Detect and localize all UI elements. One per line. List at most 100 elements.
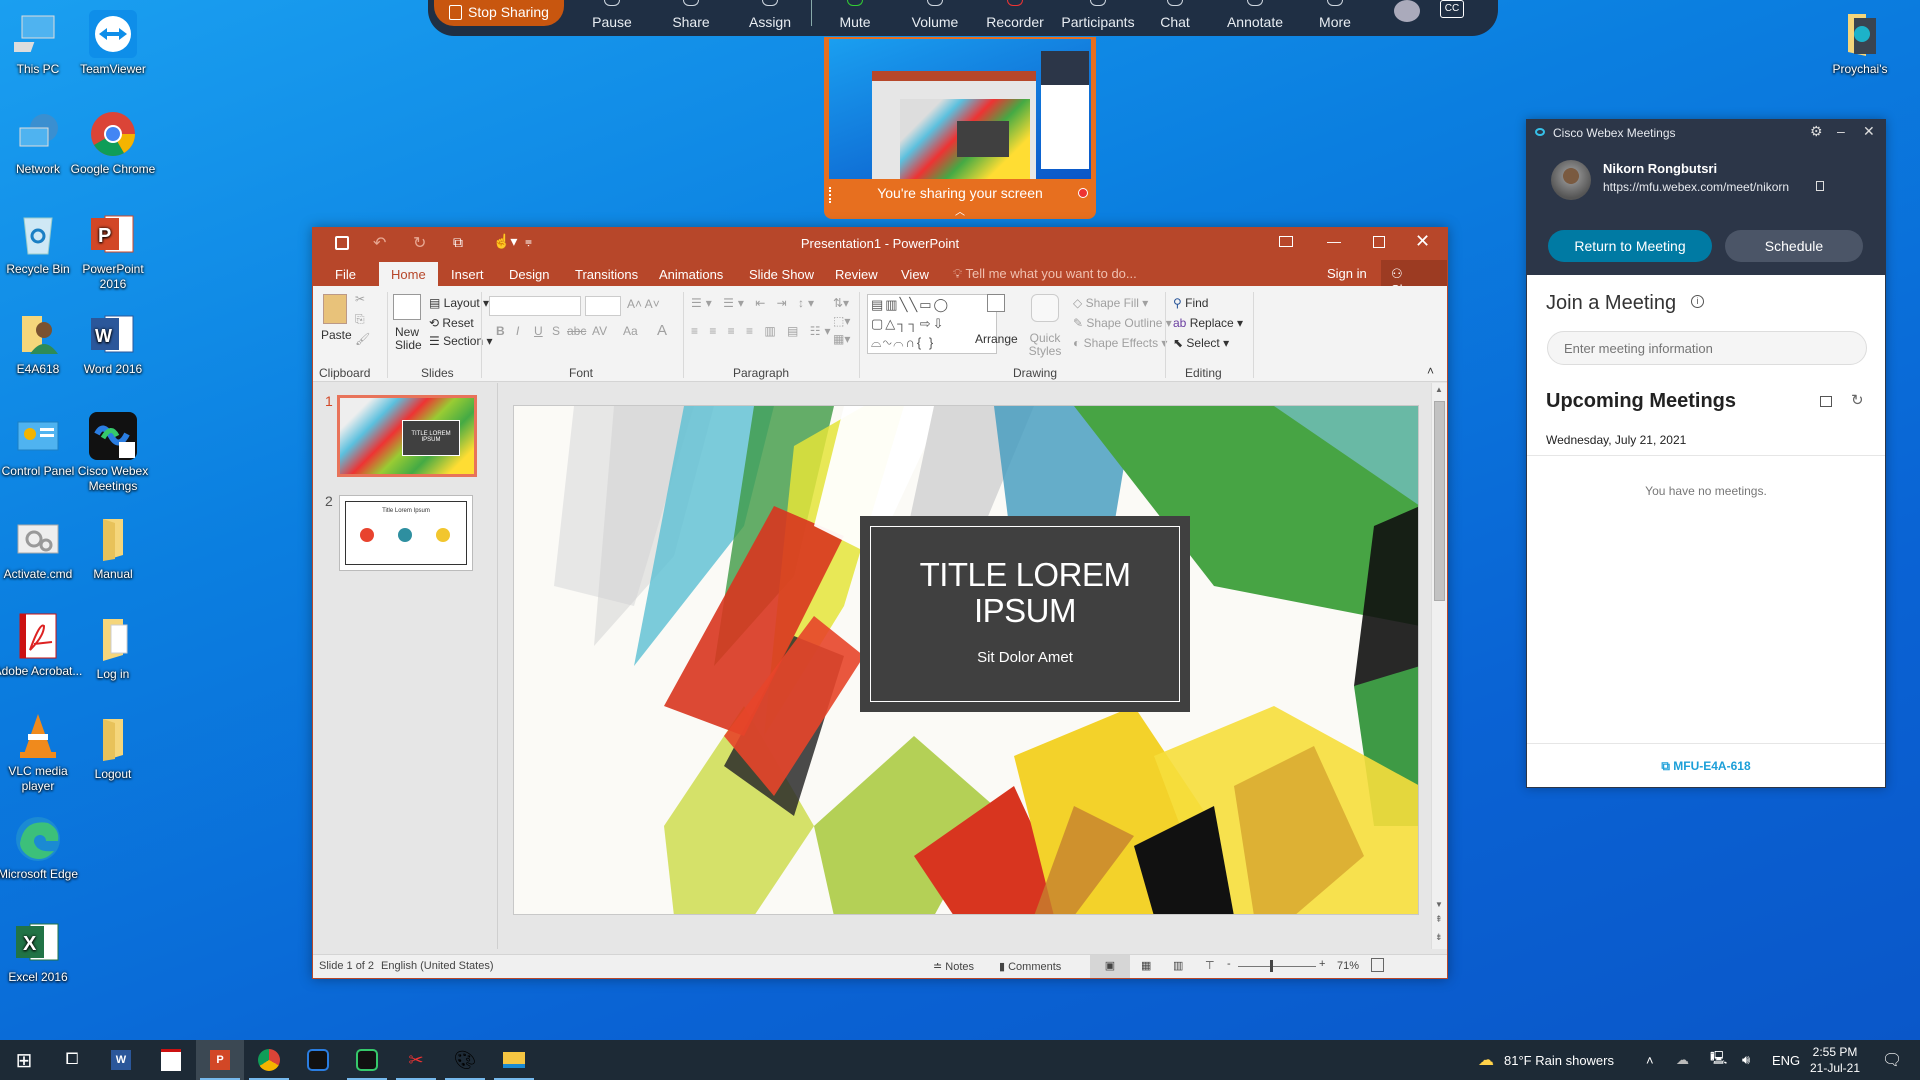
paste-button[interactable]: Paste — [321, 328, 352, 342]
new-slide-icon[interactable] — [393, 294, 421, 320]
section-button[interactable]: ☰ Section ▾ — [429, 334, 492, 348]
desktop-icon-proychai[interactable]: Proychai's — [1815, 10, 1905, 77]
title-box[interactable]: TITLE LOREM IPSUM Sit Dolor Amet — [860, 516, 1190, 712]
comments-button[interactable]: ▮ Comments — [999, 960, 1061, 973]
slide-canvas[interactable]: TITLE LOREM IPSUM Sit Dolor Amet — [513, 405, 1419, 915]
refresh-icon[interactable]: ↻ — [1851, 391, 1864, 409]
copy-icon[interactable]: ⎘ — [355, 312, 365, 327]
pause-button[interactable]: Pause — [577, 0, 647, 36]
shape-fill-button[interactable]: ◇ Shape Fill ▾ — [1073, 296, 1148, 310]
shape-effects-button[interactable]: ◐ Shape Effects ▾ — [1073, 336, 1167, 350]
next-slide-icon[interactable]: ⇟ — [1435, 932, 1443, 943]
calendar-icon[interactable] — [1820, 396, 1832, 407]
tab-animations[interactable]: Animations — [659, 264, 723, 285]
maximize-icon[interactable] — [1373, 236, 1385, 248]
reset-button[interactable]: ⟲ Reset — [429, 316, 474, 330]
stop-sharing-button[interactable]: Stop Sharing — [434, 0, 564, 26]
format-painter-icon[interactable]: 🖌︎ — [355, 332, 370, 346]
slideshow-button[interactable]: ⊤ — [1205, 959, 1215, 972]
return-to-meeting-button[interactable]: Return to Meeting — [1548, 230, 1712, 262]
chevron-up-icon[interactable]: ︿ — [955, 203, 965, 218]
font-size-dropdown[interactable] — [585, 296, 621, 316]
vertical-scrollbar[interactable]: ▲ ▼ ⇞ ⇟ — [1431, 383, 1447, 949]
ribbon-display-options-icon[interactable] — [1279, 236, 1293, 247]
desktop-icon-logout[interactable]: Logout — [68, 715, 158, 782]
scroll-up-icon[interactable]: ▲ — [1435, 385, 1443, 394]
share-button[interactable]: ⚇ Share — [1381, 260, 1447, 297]
shadow-button[interactable]: S — [552, 324, 560, 338]
paste-icon[interactable] — [323, 294, 347, 324]
desktop-icon-chrome[interactable]: Google Chrome — [68, 110, 158, 177]
zoom-slider-thumb[interactable] — [1270, 960, 1273, 972]
desktop-icon-webex[interactable]: Cisco Webex Meetings — [68, 412, 158, 494]
replace-button[interactable]: ab Replace ▾ — [1173, 316, 1243, 330]
show-hidden-icons-button[interactable]: ˄ — [1646, 1040, 1654, 1080]
find-button[interactable]: ⚲ Find — [1173, 296, 1208, 310]
zoom-level[interactable]: 71% — [1337, 960, 1359, 972]
sign-in-link[interactable]: Sign in — [1327, 266, 1367, 281]
slide-thumbnail-2[interactable]: Title Lorem Ipsum — [339, 495, 473, 571]
zoom-in-button[interactable]: + — [1319, 958, 1325, 970]
minimize-icon[interactable]: — — [1327, 233, 1341, 249]
text-direction-buttons[interactable]: ⇅▾ ⬚▾ ▦▾ — [833, 294, 850, 348]
connected-device-link[interactable]: ⧉ MFU-E4A-618 — [1527, 759, 1885, 774]
taskbar-webex[interactable] — [294, 1040, 342, 1080]
recorder-button[interactable]: Recorder — [980, 0, 1050, 36]
list-buttons[interactable]: ☰▾ ☰▾ ⇤ ⇥ ↕▾ — [691, 296, 818, 310]
bold-button[interactable]: B — [496, 324, 505, 338]
personal-room-url[interactable]: https://mfu.webex.com/meet/nikorn — [1603, 180, 1789, 194]
tell-me-search[interactable]: 💡︎ Tell me what you want to do... — [953, 266, 1137, 282]
slide-title[interactable]: TITLE LOREM IPSUM — [871, 557, 1179, 629]
taskbar-snipping-tool[interactable]: ✂ — [392, 1040, 440, 1080]
zoom-out-button[interactable]: - — [1227, 958, 1231, 970]
character-spacing-button[interactable]: AV — [592, 324, 607, 338]
copy-icon[interactable] — [1816, 181, 1824, 191]
desktop-icon-log-in[interactable]: Log in — [68, 615, 158, 682]
tab-home[interactable]: Home — [379, 262, 438, 287]
mute-button[interactable]: Mute — [820, 0, 890, 36]
tab-view[interactable]: View — [901, 264, 929, 285]
slide-thumbnail-1[interactable]: TITLE LOREM IPSUM — [337, 395, 477, 477]
tab-design[interactable]: Design — [509, 264, 549, 285]
assistant-icon[interactable] — [1394, 0, 1420, 22]
onedrive-icon[interactable]: ☁︎ — [1676, 1040, 1689, 1080]
tab-transitions[interactable]: Transitions — [575, 264, 638, 285]
scroll-down-icon[interactable]: ▼ — [1435, 900, 1443, 909]
taskbar-powerpoint[interactable]: P — [196, 1040, 244, 1080]
normal-view-button[interactable]: ▣ — [1090, 955, 1130, 978]
desktop-icon-powerpoint[interactable]: P PowerPoint 2016 — [68, 210, 158, 292]
schedule-button[interactable]: Schedule — [1725, 230, 1863, 262]
minimize-icon[interactable]: – — [1837, 123, 1845, 139]
notifications-icon[interactable]: 🗨︎ — [1882, 1040, 1902, 1080]
grow-font-icon[interactable]: A˄ A˅ — [627, 297, 660, 311]
assign-button[interactable]: Assign — [735, 0, 805, 36]
underline-button[interactable]: U — [534, 324, 543, 338]
tab-review[interactable]: Review — [835, 264, 878, 285]
participants-button[interactable]: Participants — [1056, 0, 1140, 36]
font-color-button[interactable]: A — [657, 322, 667, 339]
weather-widget[interactable]: ☁︎ 81°F Rain showers — [1478, 1040, 1614, 1080]
info-icon[interactable]: i — [1691, 295, 1704, 308]
change-case-button[interactable]: Aa — [623, 324, 638, 338]
desktop-icon-excel[interactable]: X Excel 2016 — [0, 918, 83, 985]
slide-subtitle[interactable]: Sit Dolor Amet — [871, 649, 1179, 666]
italic-button[interactable]: I — [516, 324, 519, 338]
more-button[interactable]: More — [1300, 0, 1370, 36]
volume-button[interactable]: Volume — [900, 0, 970, 36]
desktop-icon-teamviewer[interactable]: TeamViewer — [68, 10, 158, 77]
taskbar-chrome[interactable] — [245, 1040, 293, 1080]
quick-styles-button[interactable]: Quick Styles — [1025, 332, 1065, 358]
new-slide-button[interactable]: New Slide — [395, 326, 422, 352]
close-icon[interactable]: ✕ — [1863, 123, 1875, 140]
clock[interactable]: 2:55 PM 21-Jul-21 — [1810, 1040, 1860, 1080]
close-icon[interactable]: ✕ — [1415, 231, 1430, 252]
share-preview[interactable]: You're sharing your screen ︿ — [824, 37, 1096, 219]
reading-view-button[interactable]: ▥ — [1173, 959, 1183, 972]
taskbar-paint[interactable]: 🎨︎ — [441, 1040, 489, 1080]
taskbar-word[interactable]: W — [97, 1040, 145, 1080]
settings-gear-icon[interactable]: ⚙ — [1810, 123, 1823, 140]
select-button[interactable]: ⬉ Select ▾ — [1173, 336, 1229, 350]
desktop-icon-manual[interactable]: Manual — [68, 515, 158, 582]
alignment-buttons[interactable]: ≡ ≡ ≡ ≡ ▥ ▤ ☷▾ — [691, 324, 834, 338]
start-button[interactable]: ⊞ — [0, 1040, 48, 1080]
